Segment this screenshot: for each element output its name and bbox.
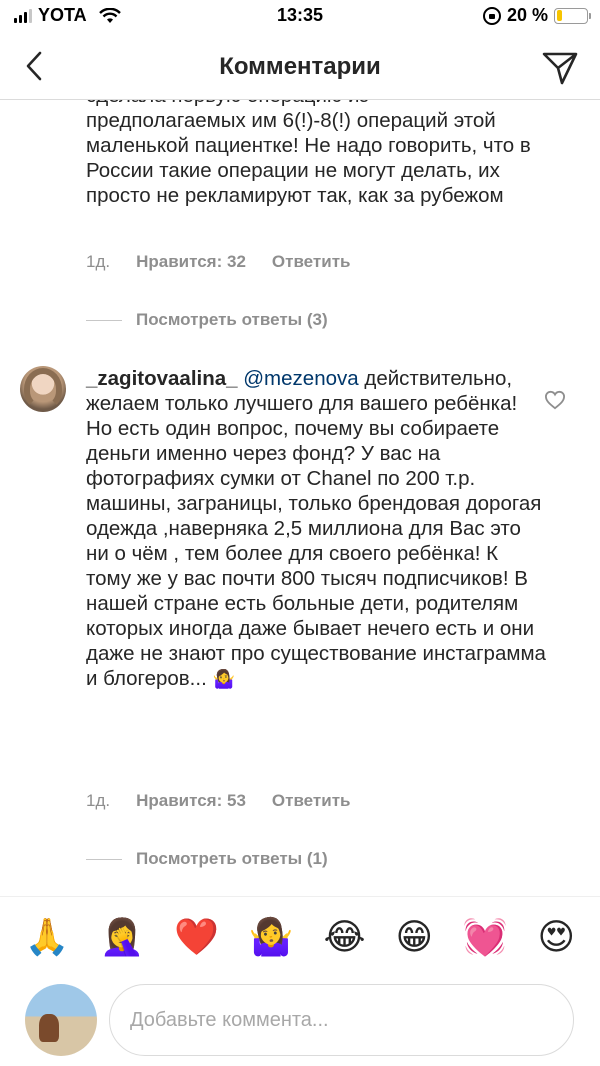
- avatar[interactable]: [20, 366, 66, 412]
- page-title: Комментарии: [219, 53, 381, 80]
- comment-emoji: 🤷‍♀️: [212, 669, 235, 689]
- comment-likes-button[interactable]: Нравится: 32: [136, 252, 246, 272]
- like-heart-icon[interactable]: [544, 390, 566, 410]
- replies-divider: [86, 319, 122, 321]
- comment-reply-button[interactable]: Ответить: [272, 791, 351, 811]
- comment-age: 1д.: [86, 791, 111, 810]
- emoji-quick-bar: 🙏 🤦‍♀️ ❤️ 🤷‍♀️ 😂 😁 💓 😍: [0, 896, 600, 976]
- emoji-button[interactable]: 🤦‍♀️: [100, 918, 145, 955]
- view-replies-button[interactable]: Посмотреть ответы (3): [86, 310, 328, 330]
- comment-reply-button[interactable]: Ответить: [272, 252, 351, 272]
- header: Комментарии: [0, 34, 600, 100]
- emoji-button[interactable]: 🤷‍♀️: [249, 918, 294, 955]
- comment-meta: 1д. Нравится: 32 Ответить: [86, 252, 350, 272]
- comments-list[interactable]: сделала первую операцию из предполагаемы…: [0, 100, 600, 890]
- comment-meta: 1д. Нравится: 53 Ответить: [86, 791, 350, 811]
- comment-text: действительно, желаем только лучшего для…: [86, 367, 546, 690]
- emoji-button[interactable]: 😂: [324, 918, 366, 955]
- status-right: 20 %: [482, 5, 591, 26]
- my-avatar: [25, 984, 97, 1056]
- battery-percent: 20 %: [506, 5, 548, 25]
- comment-age: 1д.: [86, 252, 111, 271]
- emoji-button[interactable]: ❤️: [174, 918, 219, 955]
- comment-text-partial: сделала первую операцию из: [86, 100, 546, 108]
- rotation-lock-icon: [482, 6, 501, 25]
- emoji-button[interactable]: 💓: [463, 918, 508, 955]
- view-replies-label: Посмотреть ответы (3): [136, 310, 328, 329]
- emoji-button[interactable]: 😁: [395, 918, 433, 955]
- comment-body: сделала первую операцию из предполагаемы…: [86, 100, 546, 208]
- comment-username[interactable]: _zagitovaalina_: [86, 367, 238, 390]
- share-button[interactable]: [540, 48, 580, 88]
- paper-plane-icon: [542, 52, 578, 85]
- comment-likes-button[interactable]: Нравится: 53: [136, 791, 246, 811]
- comment-body: _zagitovaalina_ @mezenova действительно,…: [86, 366, 546, 692]
- emoji-button[interactable]: 😍: [537, 918, 575, 955]
- comment-text: предполагаемых им 6(!)-8(!) операций это…: [86, 109, 531, 207]
- view-replies-button[interactable]: Посмотреть ответы (1): [86, 849, 328, 869]
- battery-icon: [554, 7, 591, 24]
- status-bar: YOTA 13:35 20 %: [0, 0, 600, 34]
- comment-mention[interactable]: @mezenova: [243, 367, 358, 390]
- emoji-button[interactable]: 🙏: [25, 918, 70, 955]
- view-replies-label: Посмотреть ответы (1): [136, 849, 328, 868]
- replies-divider: [86, 858, 122, 860]
- comment-input[interactable]: [109, 984, 574, 1056]
- comment-compose-row: [0, 982, 600, 1062]
